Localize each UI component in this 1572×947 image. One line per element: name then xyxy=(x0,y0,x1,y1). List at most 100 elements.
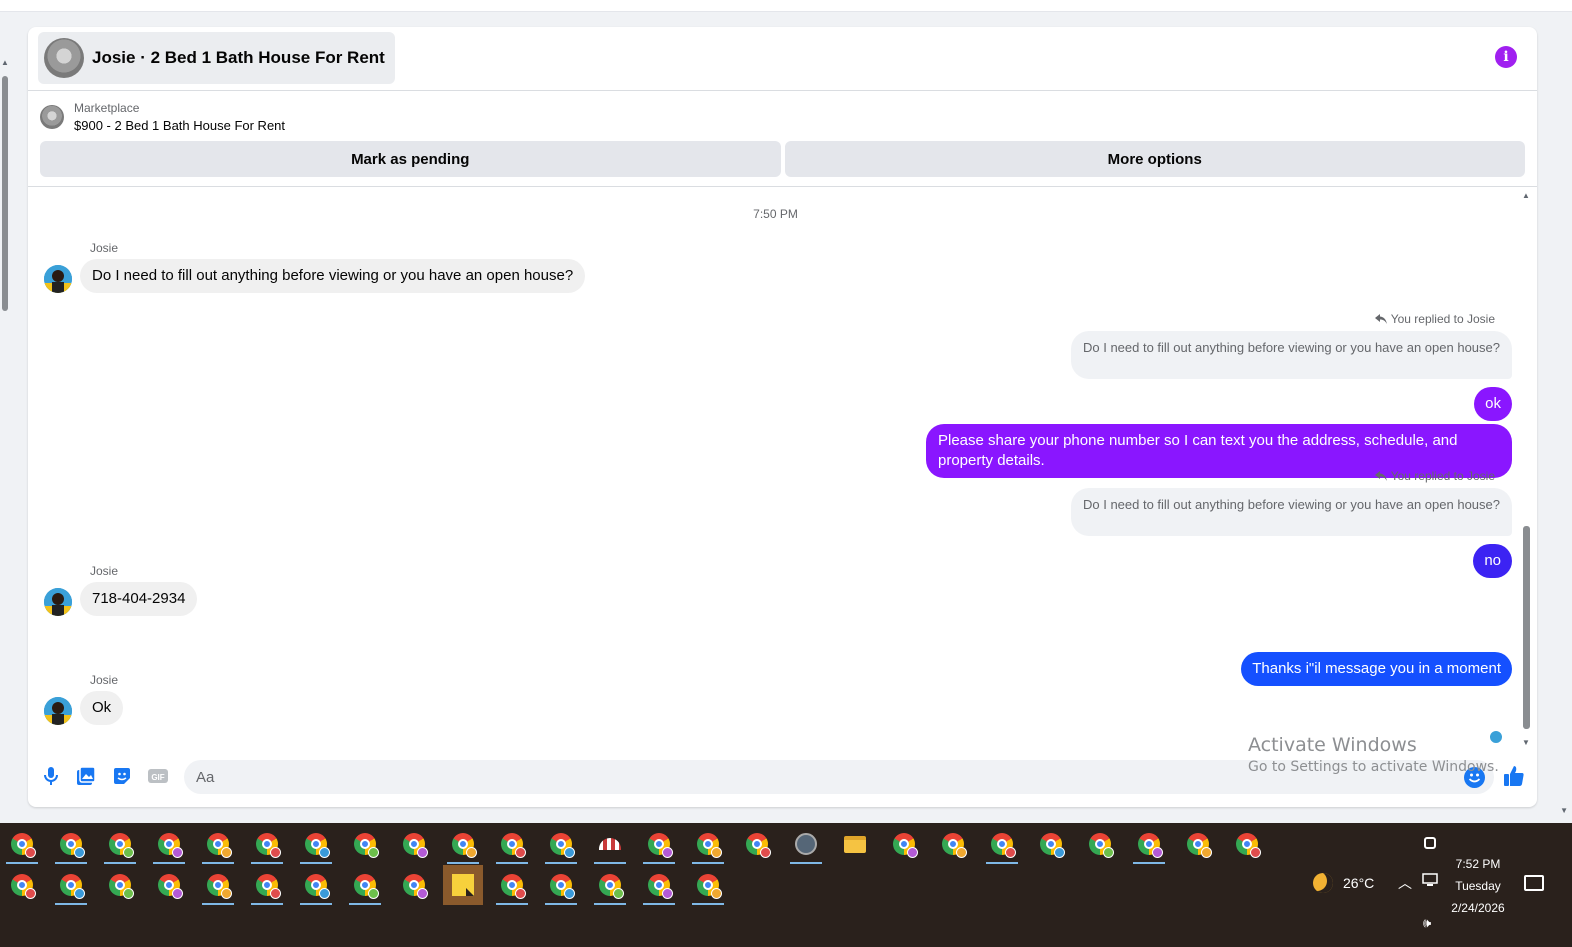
taskbar-chrome-profile[interactable] xyxy=(884,824,924,864)
profile-badge xyxy=(25,888,36,899)
taskbar-chrome-profile[interactable] xyxy=(1031,824,1071,864)
profile-badge xyxy=(760,847,771,858)
page-scrollbar[interactable]: ▲ xyxy=(0,58,10,820)
chrome-icon xyxy=(256,874,281,899)
divider xyxy=(28,186,1537,187)
mark-as-pending-button[interactable]: Mark as pending xyxy=(40,141,781,177)
taskbar-chrome-profile[interactable] xyxy=(345,865,385,905)
taskbar-sticky-notes[interactable] xyxy=(443,865,483,905)
taskbar-chrome-profile[interactable] xyxy=(492,824,532,864)
profile-badge xyxy=(319,888,330,899)
clock[interactable]: 7:52 PM Tuesday 2/24/2026 xyxy=(1440,853,1516,919)
chrome-icon xyxy=(158,874,183,899)
network-icon[interactable] xyxy=(1422,873,1438,887)
profile-badge xyxy=(466,847,477,858)
message-bubble-outgoing[interactable]: Thanks i"il message you in a moment xyxy=(1241,652,1512,686)
taskbar-chrome-profile[interactable] xyxy=(2,824,42,864)
listing-summary[interactable]: Marketplace $900 - 2 Bed 1 Bath House Fo… xyxy=(40,99,285,135)
umbrella-icon xyxy=(599,838,621,850)
taskbar-chrome-profile[interactable] xyxy=(982,824,1022,864)
message-input[interactable] xyxy=(184,760,1494,794)
chevron-up-icon[interactable]: ︿ xyxy=(1398,873,1412,893)
taskbar-chrome-profile[interactable] xyxy=(1178,824,1218,864)
taskbar-chrome-profile[interactable] xyxy=(1227,824,1267,864)
microphone-icon[interactable] xyxy=(40,765,62,787)
volume-icon[interactable]: 🕪 xyxy=(1423,915,1431,931)
gif-icon[interactable]: GIF xyxy=(147,765,169,787)
message-bubble-outgoing[interactable]: no xyxy=(1473,544,1512,578)
emoji-icon[interactable] xyxy=(1464,767,1485,788)
message-bubble-outgoing[interactable]: ok xyxy=(1474,387,1512,421)
taskbar-chrome-profile[interactable] xyxy=(247,865,287,905)
taskbar-chrome-profile[interactable] xyxy=(1080,824,1120,864)
scroll-up-arrow-icon[interactable]: ▲ xyxy=(1,58,9,67)
taskbar-chrome-profile[interactable] xyxy=(149,865,189,905)
message-bubble-incoming[interactable]: 718-404-2934 xyxy=(80,582,198,616)
taskbar-chrome-profile[interactable] xyxy=(296,824,336,864)
sticker-icon[interactable] xyxy=(111,765,133,787)
taskbar-chrome-profile[interactable] xyxy=(639,824,679,864)
profile-badge xyxy=(417,847,428,858)
photo-icon[interactable] xyxy=(75,765,97,787)
avatar[interactable] xyxy=(44,697,72,725)
taskbar-chrome-profile[interactable] xyxy=(100,865,140,905)
clock-time: 7:52 PM xyxy=(1455,857,1501,871)
message-scrollbar-thumb[interactable] xyxy=(1523,526,1530,729)
page-scrollbar-thumb[interactable] xyxy=(2,76,8,311)
taskbar-chrome-profile[interactable] xyxy=(394,824,434,864)
taskbar-chrome-profile[interactable] xyxy=(541,824,581,864)
chrome-icon xyxy=(648,833,673,858)
taskbar-chrome-profile[interactable] xyxy=(51,824,91,864)
scroll-up-arrow-icon[interactable]: ▲ xyxy=(1522,191,1530,200)
message-bubble-incoming[interactable]: Ok xyxy=(80,691,124,725)
avatar[interactable] xyxy=(44,588,72,616)
taskbar-chrome-profile[interactable] xyxy=(247,824,287,864)
message-scrollbar[interactable]: ▲ ▼ xyxy=(1521,191,1531,747)
taskbar-chrome-profile[interactable] xyxy=(1129,824,1169,864)
taskbar-chrome-profile[interactable] xyxy=(639,865,679,905)
taskbar-chrome-profile[interactable] xyxy=(688,824,728,864)
taskbar-file-explorer[interactable] xyxy=(835,824,875,864)
taskbar-chrome-profile[interactable] xyxy=(737,824,777,864)
meet-now-icon[interactable] xyxy=(1424,837,1436,849)
windows-taskbar: 26°C ︿ 🕪 7:52 PM Tuesday 2/24/2026 xyxy=(0,823,1572,947)
scroll-down-arrow-icon[interactable]: ▼ xyxy=(1522,738,1530,747)
more-options-button[interactable]: More options xyxy=(784,141,1525,177)
taskbar-chrome-profile[interactable] xyxy=(443,824,483,864)
chrome-icon xyxy=(158,833,183,858)
profile-badge xyxy=(564,888,575,899)
taskbar-chrome-profile[interactable] xyxy=(394,865,434,905)
avatar[interactable] xyxy=(44,265,72,293)
taskbar-chrome-profile[interactable] xyxy=(100,824,140,864)
taskbar-chrome-profile[interactable] xyxy=(345,824,385,864)
taskbar-app[interactable] xyxy=(590,824,630,864)
message-bubble-incoming[interactable]: Do I need to fill out anything before vi… xyxy=(80,259,586,293)
taskbar-chrome-profile[interactable] xyxy=(51,865,91,905)
taskbar-chrome-profile[interactable] xyxy=(198,824,238,864)
like-icon[interactable] xyxy=(1502,764,1526,788)
profile-badge xyxy=(1201,847,1212,858)
profile-badge xyxy=(123,847,134,858)
taskbar-chrome-profile[interactable] xyxy=(149,824,189,864)
conversation-title-button[interactable]: Josie · 2 Bed 1 Bath House For Rent xyxy=(38,32,395,84)
weather-widget[interactable]: 26°C xyxy=(1313,873,1374,893)
chrome-icon xyxy=(599,874,624,899)
taskbar-chrome-profile[interactable] xyxy=(688,865,728,905)
reply-quote[interactable]: Do I need to fill out anything before vi… xyxy=(1070,488,1512,536)
profile-badge xyxy=(270,888,281,899)
listing-thumbnail xyxy=(44,38,84,78)
profile-badge xyxy=(368,888,379,899)
taskbar-app[interactable] xyxy=(786,824,826,864)
info-icon[interactable]: i xyxy=(1495,46,1517,68)
profile-badge xyxy=(711,847,722,858)
taskbar-chrome-profile[interactable] xyxy=(296,865,336,905)
taskbar-chrome-profile[interactable] xyxy=(198,865,238,905)
notification-icon[interactable] xyxy=(1524,875,1544,891)
taskbar-chrome-profile[interactable] xyxy=(541,865,581,905)
scroll-down-arrow-icon[interactable]: ▼ xyxy=(1560,806,1568,815)
reply-quote[interactable]: Do I need to fill out anything before vi… xyxy=(1070,331,1512,379)
taskbar-chrome-profile[interactable] xyxy=(492,865,532,905)
taskbar-chrome-profile[interactable] xyxy=(2,865,42,905)
taskbar-chrome-profile[interactable] xyxy=(933,824,973,864)
taskbar-chrome-profile[interactable] xyxy=(590,865,630,905)
